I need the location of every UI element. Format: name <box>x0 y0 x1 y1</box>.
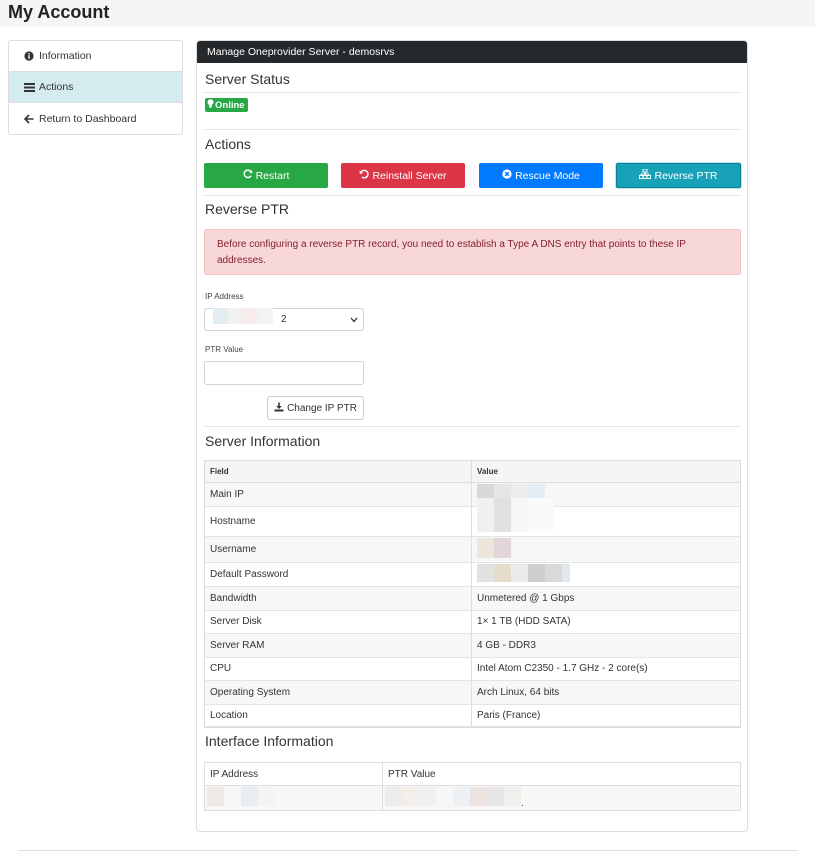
restart-button[interactable]: Restart <box>204 163 328 188</box>
table-row: Server RAM 4 GB - DDR3 <box>204 633 741 658</box>
table-row: Hostname <box>204 498 741 537</box>
table-row: Bandwidth Unmetered @ 1 Gbps <box>204 586 741 611</box>
undo-icon <box>359 169 370 182</box>
ip-address-label: IP Address <box>205 292 244 301</box>
table-row: CPU Intel Atom C2350 - 1.7 GHz - 2 core(… <box>204 657 741 681</box>
table-header: Field <box>204 460 472 483</box>
table-row: Default Password <box>204 562 741 587</box>
arrow-left-icon <box>23 113 35 124</box>
field-cell: Location <box>204 704 472 728</box>
redacted-value <box>471 562 741 587</box>
value-cell: Unmetered @ 1 Gbps <box>471 586 741 611</box>
sidebar-item-actions[interactable]: Actions <box>9 72 182 103</box>
field-cell: Default Password <box>204 562 472 587</box>
sidebar-item-return-dashboard[interactable]: Return to Dashboard <box>9 103 182 134</box>
table-row: Location Paris (France) <box>204 704 741 728</box>
field-cell: Server Disk <box>204 610 472 634</box>
list-icon <box>23 82 35 92</box>
sitemap-icon <box>639 168 652 182</box>
divider <box>204 129 741 130</box>
value-cell: 4 GB - DDR3 <box>471 633 741 658</box>
panel-header: Manage Oneprovider Server - demosrvs <box>197 41 747 63</box>
times-circle-icon <box>502 169 512 182</box>
divider <box>204 426 741 427</box>
info-circle-icon <box>23 51 35 61</box>
redacted-ip-cell <box>204 785 383 811</box>
sidebar-item-label: Actions <box>39 81 74 93</box>
chevron-down-icon <box>350 315 358 326</box>
redacted-ip <box>213 307 273 324</box>
field-cell: CPU <box>204 657 472 681</box>
table-row: Main IP <box>204 482 741 507</box>
ip-select-value: 2 <box>281 314 287 325</box>
ptr-value-label: PTR Value <box>205 345 244 354</box>
divider <box>204 195 741 196</box>
table-row: Username <box>204 536 741 563</box>
field-cell: Main IP <box>204 482 472 507</box>
table-row: Server Disk 1× 1 TB (HDD SATA) <box>204 610 741 634</box>
status-badge-label: Online <box>215 99 245 111</box>
lightbulb-icon <box>207 99 214 111</box>
sidebar-item-label: Information <box>39 50 92 62</box>
server-info-title: Server Information <box>205 433 321 449</box>
server-info-table: Field Value Main IP Hostname Username De… <box>204 460 741 728</box>
server-status-title: Server Status <box>205 71 290 87</box>
refresh-icon <box>243 169 253 182</box>
sidebar-item-information[interactable]: Information <box>9 41 182 72</box>
divider <box>204 92 741 93</box>
field-cell: Bandwidth <box>204 586 472 611</box>
page-title: My Account <box>8 2 110 22</box>
reinstall-label: Reinstall Server <box>372 169 447 182</box>
status-badge: Online <box>205 98 248 112</box>
field-cell: Hostname <box>204 506 472 537</box>
interface-info-title: Interface Information <box>205 733 334 749</box>
table-header: IP Address <box>204 762 383 786</box>
change-ip-ptr-label: Change IP PTR <box>287 402 357 414</box>
table-row: . <box>204 785 741 811</box>
reverse-ptr-title: Reverse PTR <box>205 201 290 217</box>
download-icon <box>274 402 284 415</box>
reverse-ptr-alert: Before configuring a reverse PTR record,… <box>204 229 741 275</box>
rescue-label: Rescue Mode <box>515 169 580 182</box>
footer-divider <box>18 850 798 851</box>
manage-server-panel: Manage Oneprovider Server - demosrvs Ser… <box>196 40 748 832</box>
table-header: PTR Value <box>382 762 741 786</box>
sidebar: Information Actions Return to Dashboard <box>8 40 183 135</box>
reverse-ptr-button[interactable]: Reverse PTR <box>616 163 741 188</box>
ptr-suffix: . <box>521 798 524 809</box>
sidebar-item-label: Return to Dashboard <box>39 112 137 125</box>
divider <box>204 726 741 727</box>
table-row: Operating System Arch Linux, 64 bits <box>204 680 741 705</box>
value-cell: Arch Linux, 64 bits <box>471 680 741 705</box>
change-ip-ptr-button[interactable]: Change IP PTR <box>267 396 364 420</box>
interface-info-table: IP Address PTR Value . <box>204 762 741 811</box>
redacted-ptr-cell: . <box>382 785 741 811</box>
field-cell: Operating System <box>204 680 472 705</box>
ip-address-select[interactable]: 2 <box>204 307 364 331</box>
redacted-value <box>471 536 741 563</box>
rescue-mode-button[interactable]: Rescue Mode <box>479 163 603 188</box>
field-cell: Server RAM <box>204 633 472 658</box>
reinstall-server-button[interactable]: Reinstall Server <box>341 163 465 188</box>
reverse-ptr-label: Reverse PTR <box>654 169 718 182</box>
value-cell: 1× 1 TB (HDD SATA) <box>471 610 741 634</box>
field-cell: Username <box>204 536 472 563</box>
value-cell: Intel Atom C2350 - 1.7 GHz - 2 core(s) <box>471 657 741 681</box>
value-cell: Paris (France) <box>477 710 541 722</box>
ptr-value-input[interactable] <box>204 361 364 385</box>
top-bar <box>0 0 815 27</box>
table-header: Value <box>471 460 741 483</box>
redacted-value <box>471 498 741 537</box>
actions-title: Actions <box>205 136 251 152</box>
restart-label: Restart <box>255 169 290 182</box>
